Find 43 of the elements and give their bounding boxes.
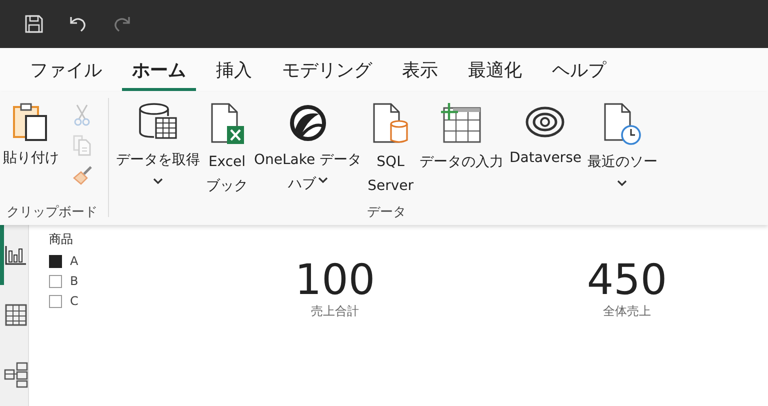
menu-tab[interactable]: モデリング bbox=[272, 50, 382, 90]
scissors-icon bbox=[72, 104, 92, 126]
table-icon bbox=[5, 304, 27, 326]
card-value: 100 bbox=[294, 257, 376, 304]
ribbon-button[interactable]: 最近のソー bbox=[584, 100, 660, 203]
model-icon bbox=[4, 362, 28, 388]
checkbox[interactable] bbox=[49, 294, 62, 308]
ribbon-button[interactable]: Dataverse bbox=[506, 100, 584, 203]
slicer-item-label: A bbox=[70, 254, 78, 268]
card-label: 全体売上 bbox=[603, 303, 651, 320]
card-value: 450 bbox=[586, 257, 668, 304]
undo-icon[interactable] bbox=[68, 15, 88, 33]
group-label: データ bbox=[367, 204, 406, 222]
table-add-icon bbox=[439, 102, 484, 146]
bar-chart-icon bbox=[5, 245, 27, 265]
card-label: 売上合計 bbox=[311, 303, 359, 320]
slicer-item-label: B bbox=[70, 274, 78, 288]
ribbon-button[interactable]: 貼り付け bbox=[0, 100, 62, 203]
ribbon-button[interactable]: データの入力 bbox=[416, 100, 506, 203]
redo-icon[interactable] bbox=[112, 15, 132, 33]
sql-server-icon bbox=[370, 102, 411, 146]
chevron-down-icon bbox=[318, 176, 328, 184]
group-label: クリップボード bbox=[6, 204, 98, 222]
ribbon-button[interactable]: データを取得 bbox=[113, 100, 203, 203]
menu-tab[interactable]: ヘルプ bbox=[542, 50, 616, 90]
slicer-item-label: C bbox=[70, 294, 78, 308]
menu-tab[interactable]: 挿入 bbox=[206, 50, 262, 90]
menu-tab[interactable]: ファイル bbox=[20, 50, 112, 90]
chevron-down-icon bbox=[153, 178, 163, 185]
chevron-down-icon bbox=[617, 180, 628, 187]
paintbrush-icon bbox=[72, 164, 94, 186]
copy-icon bbox=[72, 134, 92, 156]
recent-file-icon bbox=[602, 102, 642, 146]
excel-file-icon bbox=[209, 102, 245, 146]
menu-tab[interactable]: 最適化 bbox=[458, 50, 532, 90]
ribbon-button[interactable]: OneLake データ ハブ bbox=[251, 100, 365, 203]
checkbox[interactable] bbox=[49, 274, 62, 288]
slicer-title: 商品 bbox=[49, 231, 74, 248]
menu-tab[interactable]: 表示 bbox=[392, 50, 448, 90]
ribbon-button[interactable]: Excel ブック bbox=[203, 100, 251, 203]
save-icon[interactable] bbox=[24, 14, 44, 34]
ribbon-button[interactable]: SQL Server bbox=[364, 100, 416, 203]
checkbox[interactable] bbox=[49, 254, 62, 268]
